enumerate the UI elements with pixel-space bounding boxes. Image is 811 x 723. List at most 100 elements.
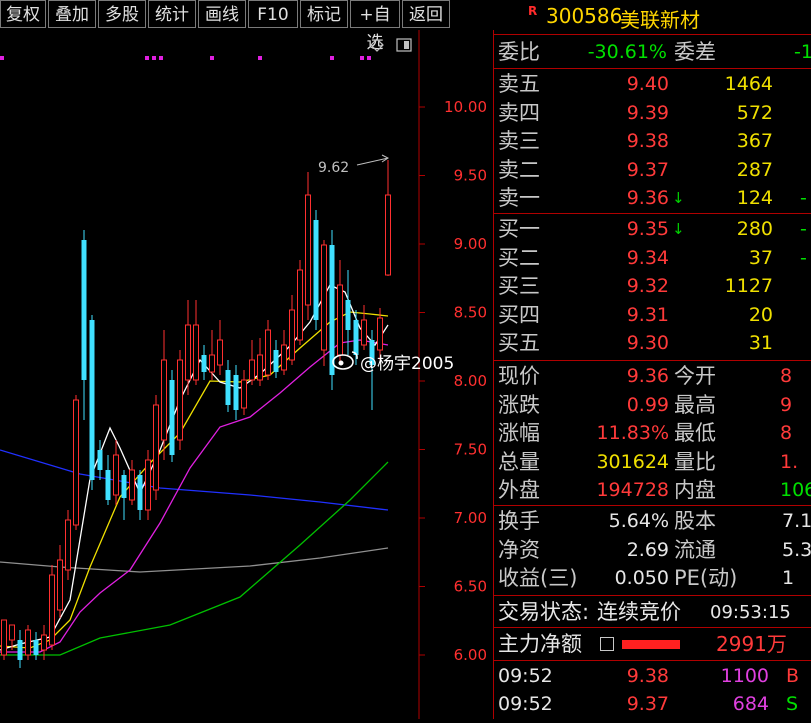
tick-volume: 684 (732, 693, 769, 715)
bid-row[interactable]: 买二 9.34 37 - (494, 244, 811, 273)
tick-price: 9.37 (626, 693, 669, 715)
stat-label: 最高 (674, 392, 716, 417)
price-axis-label: 9.50 (454, 167, 487, 185)
fin-label: PE(动) (674, 566, 738, 591)
candle-body (337, 284, 343, 356)
down-arrow-icon: ↓ (672, 220, 685, 238)
fin-label: 换手 (498, 509, 540, 533)
toolbar-button-multi-stock[interactable]: 多股 (98, 0, 146, 28)
toolbar-button-add-favorite[interactable]: +自选 (350, 0, 400, 53)
ask-label: 卖五 (498, 72, 540, 96)
toolbar-button-restore-rights[interactable]: 复权 (0, 0, 46, 28)
stat-value: 9 (780, 393, 793, 416)
bid-row[interactable]: 买四 9.31 20 (494, 301, 811, 330)
candle-body (57, 559, 63, 611)
ask-row[interactable]: 卖二 9.37 287 (494, 156, 811, 185)
candle-body (233, 375, 239, 410)
signal-markers (0, 56, 371, 60)
bid-volume: 31 (748, 332, 773, 355)
ask-change: - (800, 187, 807, 210)
candle-body (281, 344, 287, 371)
bid-label: 买二 (498, 245, 540, 270)
diamond-icon[interactable] (370, 38, 384, 52)
candle-body (17, 640, 23, 660)
net-flow-label: 主力净额 (498, 632, 582, 656)
divider (494, 627, 811, 628)
weibi-row: 委比 -30.61% 委差 -1 (494, 38, 811, 67)
kline-chart[interactable]: 10.00 9.50 9.00 8.50 8.00 7.50 7.00 6.50 6.00 9.… (0, 30, 494, 719)
candlesticks (1, 160, 391, 668)
fin-label: 净资 (498, 537, 540, 562)
tick-row: 09:52 9.38 1100 B (494, 662, 811, 691)
stat-value: 194728 (596, 479, 669, 502)
candle-body (353, 320, 359, 355)
bid-price: 9.34 (626, 246, 669, 269)
fin-label: 流通 (674, 537, 716, 562)
candle-body (265, 329, 271, 376)
toolbar-button-back[interactable]: 返回 (402, 0, 450, 28)
tick-volume: 1100 (720, 665, 769, 687)
price-axis-label: 7.00 (454, 509, 487, 527)
candle-body (49, 574, 55, 646)
weibi-value: -30.61% (587, 41, 667, 63)
chart-toolbar: 复权 叠加 多股 统计 画线 F10 标记 +自选 返回 (0, 0, 494, 53)
stat-label: 总量 (498, 449, 540, 474)
bid-row[interactable]: 买五 9.30 31 (494, 329, 811, 358)
divider (494, 34, 811, 35)
toolbar-button-overlay[interactable]: 叠加 (48, 0, 96, 28)
ask-label: 卖二 (498, 157, 540, 182)
candle-body (41, 634, 47, 651)
candle-body (177, 359, 183, 441)
candle-body (321, 244, 327, 351)
stat-label: 量比 (674, 449, 716, 474)
candle-body (201, 355, 207, 372)
price-axis-label: 6.00 (454, 646, 487, 664)
stock-title: R 300586 美联新材 (494, 0, 811, 34)
candle-body (377, 317, 383, 351)
r-mark: R (528, 4, 538, 18)
trade-status-time: 09:53:15 (710, 602, 791, 623)
stat-row: 总量 301624 量比 1. (494, 448, 811, 477)
ask-label: 卖三 (498, 129, 540, 154)
bid-label: 买一 (498, 217, 540, 241)
weicha-value: -1 (794, 41, 811, 63)
list-icon[interactable] (600, 637, 614, 651)
fin-value: 0.050 (614, 567, 669, 590)
bid-change: - (800, 218, 807, 240)
toolbar-button-statistics[interactable]: 统计 (148, 0, 196, 28)
window-toggle-icon[interactable] (396, 38, 412, 52)
net-flow-row[interactable]: 主力净额 2991万 (494, 630, 811, 659)
stat-label: 涨跌 (498, 392, 540, 417)
ask-volume: 1464 (724, 73, 773, 95)
candle-body (97, 450, 103, 470)
candle-body (297, 269, 303, 341)
toolbar-button-draw-line[interactable]: 画线 (198, 0, 246, 28)
candle-body (305, 194, 311, 306)
candle-body (313, 220, 319, 320)
bid-label: 买五 (498, 331, 540, 356)
ask-label: 卖一 (498, 186, 540, 211)
ask-price: 9.37 (626, 158, 669, 181)
bid-row[interactable]: 买三 9.32 1127 (494, 272, 811, 301)
stat-value: 9.36 (626, 365, 669, 387)
ask-row[interactable]: 卖五 9.40 1464 (494, 70, 811, 99)
ask-price: 9.36 (626, 187, 669, 210)
fin-value: 7.1 (782, 510, 811, 532)
tick-side: S (786, 693, 799, 715)
peak-price-label: 9.62 (318, 160, 349, 176)
ask-volume: 367 (736, 130, 773, 153)
trade-status-label: 交易状态: (498, 600, 590, 624)
ask-row[interactable]: 卖四 9.39 572 (494, 99, 811, 128)
bid-row[interactable]: 买一 9.35 ↓ 280 - (494, 215, 811, 244)
candle-body (33, 640, 39, 655)
toolbar-button-mark[interactable]: 标记 (300, 0, 348, 28)
toolbar-button-f10[interactable]: F10 (248, 0, 298, 28)
ask-row[interactable]: 卖一 9.36 ↓ 124 - (494, 184, 811, 213)
candle-body (65, 519, 71, 571)
tick-time: 09:52 (498, 665, 553, 687)
divider (494, 595, 811, 596)
candle-body (81, 240, 87, 380)
stat-row: 外盘 194728 内盘 106 (494, 476, 811, 505)
kline-chart-panel[interactable]: 10.00 9.50 9.00 8.50 8.00 7.50 7.00 6.50 6.00 9.… (0, 30, 494, 719)
ask-row[interactable]: 卖三 9.38 367 (494, 127, 811, 156)
